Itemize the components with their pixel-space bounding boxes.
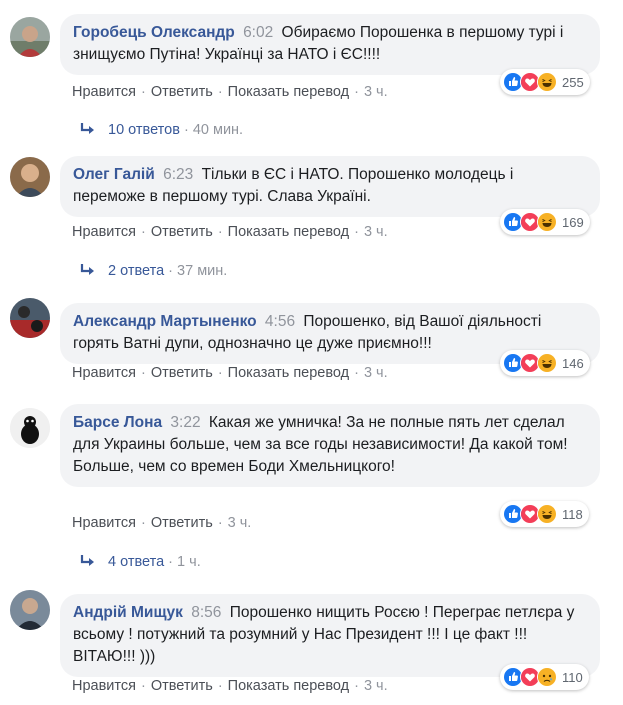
view-replies-link[interactable]: 2 ответа · 37 мин.	[80, 263, 227, 279]
avatar[interactable]	[10, 298, 50, 338]
comment-age[interactable]: 3 ч.	[364, 678, 388, 694]
haha-reaction-icon	[537, 504, 557, 524]
avatar[interactable]	[10, 590, 50, 630]
reply-link[interactable]: Ответить	[151, 515, 213, 531]
comment-time: 3:22	[170, 414, 201, 431]
comment-age[interactable]: 3 ч.	[364, 365, 388, 381]
reaction-count: 146	[562, 355, 584, 371]
reactions-summary[interactable]: 169	[500, 209, 590, 235]
like-link[interactable]: Нравится	[72, 678, 136, 694]
like-link[interactable]: Нравится	[72, 84, 136, 100]
comment-bubble: Олег Галій 6:23 Тільки в ЄС і НАТО. Поро…	[60, 156, 600, 217]
reply-arrow-icon	[80, 264, 94, 275]
reactions-summary[interactable]: 255	[500, 69, 590, 95]
comment-bubble: Горобець Олександр 6:02 Обираємо Порошен…	[60, 14, 600, 75]
like-link[interactable]: Нравится	[72, 224, 136, 240]
reply-link[interactable]: Ответить	[151, 365, 213, 381]
haha-reaction-icon	[537, 72, 557, 92]
reply-arrow-icon	[80, 555, 94, 566]
replies-count[interactable]: 10 ответов	[108, 122, 180, 138]
comment-time: 6:02	[243, 24, 274, 41]
comment-actions: Нравится · Ответить · Показать перевод · 3 ч.	[72, 365, 388, 381]
haha-reaction-icon	[537, 212, 557, 232]
comment-author[interactable]: Андрій Мищук	[73, 604, 183, 621]
comment-actions: Нравится · Ответить · Показать перевод · 3 ч.	[72, 84, 388, 100]
view-replies-link[interactable]: 4 ответа · 1 ч.	[80, 554, 201, 570]
haha-reaction-icon	[537, 353, 557, 373]
comment-actions: Нравится · Ответить · Показать перевод · 3 ч.	[72, 224, 388, 240]
replies-count[interactable]: 2 ответа	[108, 263, 164, 279]
translate-link[interactable]: Показать перевод	[228, 365, 349, 381]
comment-bubble: Барсе Лона 3:22 Какая же умничка! За не …	[60, 404, 600, 487]
comment-author[interactable]: Горобець Олександр	[73, 24, 235, 41]
sad-reaction-icon	[537, 667, 557, 687]
comment-time: 6:23	[163, 166, 194, 183]
translate-link[interactable]: Показать перевод	[228, 678, 349, 694]
reply-arrow-icon	[80, 123, 94, 134]
reaction-count: 255	[562, 74, 584, 90]
comment-actions: Нравится · Ответить · 3 ч.	[72, 515, 252, 531]
avatar[interactable]	[10, 17, 50, 57]
reaction-count: 169	[562, 214, 584, 230]
view-replies-link[interactable]: 10 ответов · 40 мин.	[80, 122, 243, 138]
replies-age: 40 мин.	[192, 122, 244, 138]
comment-author[interactable]: Олег Галій	[73, 166, 155, 183]
translate-link[interactable]: Показать перевод	[228, 224, 349, 240]
translate-link[interactable]: Показать перевод	[228, 84, 349, 100]
replies-age: 1 ч.	[177, 554, 201, 570]
comment-age[interactable]: 3 ч.	[364, 224, 388, 240]
replies-count[interactable]: 4 ответа	[108, 554, 164, 570]
like-link[interactable]: Нравится	[72, 515, 136, 531]
avatar[interactable]	[10, 408, 50, 448]
reaction-count: 118	[562, 506, 583, 522]
comment-author[interactable]: Александр Мартыненко	[73, 313, 257, 330]
replies-age: 37 мин.	[177, 263, 228, 279]
comment-author[interactable]: Барсе Лона	[73, 414, 162, 431]
reactions-summary[interactable]: 146	[500, 350, 590, 376]
comment-time: 8:56	[191, 604, 222, 621]
comment-age[interactable]: 3 ч.	[364, 84, 388, 100]
reactions-summary[interactable]: 110	[500, 664, 589, 690]
comment-time: 4:56	[264, 313, 296, 330]
avatar[interactable]	[10, 157, 50, 197]
reply-link[interactable]: Ответить	[151, 224, 213, 240]
reply-link[interactable]: Ответить	[151, 678, 213, 694]
reactions-summary[interactable]: 118	[500, 501, 589, 527]
like-link[interactable]: Нравится	[72, 365, 136, 381]
reply-link[interactable]: Ответить	[151, 84, 213, 100]
comment-actions: Нравится · Ответить · Показать перевод · 3 ч.	[72, 678, 388, 694]
reaction-count: 110	[562, 669, 583, 685]
comment-age[interactable]: 3 ч.	[228, 515, 252, 531]
